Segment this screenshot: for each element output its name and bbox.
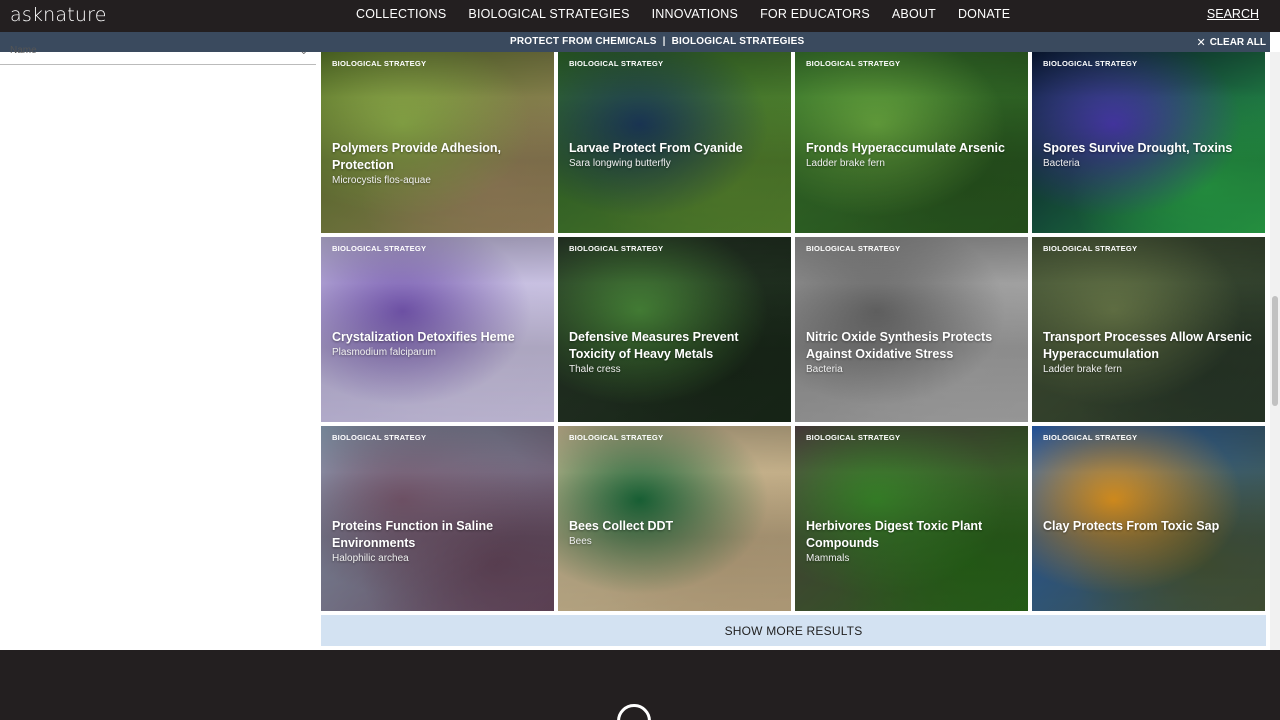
filter-chip-protect-from-chemicals[interactable]: PROTECT FROM CHEMICALS (510, 36, 657, 47)
nav-biological-strategies[interactable]: BIOLOGICAL STRATEGIES (468, 7, 629, 21)
main-nav: COLLECTIONS BIOLOGICAL STRATEGIES INNOVA… (356, 7, 1032, 21)
strategy-card[interactable]: BIOLOGICAL STRATEGY Fronds Hyperaccumulat… (795, 52, 1028, 233)
nav-about[interactable]: ABOUT (892, 7, 936, 21)
card-type-tag: BIOLOGICAL STRATEGY (569, 59, 664, 68)
card-type-tag: BIOLOGICAL STRATEGY (332, 244, 427, 253)
card-type-tag: BIOLOGICAL STRATEGY (1043, 59, 1138, 68)
active-filters-bar: PROTECT FROM CHEMICALS | BIOLOGICAL STRA… (0, 32, 1270, 52)
strategy-card[interactable]: BIOLOGICAL STRATEGY Polymers Provide Adhe… (321, 52, 554, 233)
clear-all-button[interactable]: ✕ CLEAR ALL (1196, 36, 1266, 49)
card-title: Bees Collect DDT (569, 519, 674, 533)
card-title: Proteins Function in Saline Environments (332, 519, 494, 550)
card-title: Herbivores Digest Toxic Plant Compounds (806, 519, 983, 550)
card-title: Polymers Provide Adhesion, Protection (332, 141, 502, 172)
card-organism: Plasmodium falciparum (332, 347, 436, 358)
card-type-tag: BIOLOGICAL STRATEGY (569, 244, 664, 253)
filter-chip-biological-strategies[interactable]: BIOLOGICAL STRATEGIES (672, 36, 805, 47)
strategy-card[interactable]: BIOLOGICAL STRATEGY Defensive Measures Pr… (558, 237, 791, 422)
card-organism: Bacteria (806, 364, 843, 375)
strategy-card[interactable]: BIOLOGICAL STRATEGY Herbivores Digest Tox… (795, 426, 1028, 611)
card-type-tag: BIOLOGICAL STRATEGY (806, 59, 901, 68)
site-footer (0, 650, 1280, 720)
card-type-tag: BIOLOGICAL STRATEGY (806, 433, 901, 442)
card-title: Larvae Protect From Cyanide (569, 141, 743, 155)
nav-for-educators[interactable]: FOR EDUCATORS (760, 7, 870, 21)
strategy-card[interactable]: BIOLOGICAL STRATEGY Bees Collect DDT Bees (558, 426, 791, 611)
card-title: Nitric Oxide Synthesis Protects Against … (806, 330, 993, 361)
active-filters: PROTECT FROM CHEMICALS | BIOLOGICAL STRA… (510, 36, 804, 47)
card-organism: Halophilic archea (332, 553, 409, 564)
strategy-card[interactable]: BIOLOGICAL STRATEGY Larvae Protect From C… (558, 52, 791, 233)
nav-innovations[interactable]: INNOVATIONS (652, 7, 738, 21)
card-organism: Mammals (806, 553, 850, 564)
scrollbar-thumb[interactable] (1272, 296, 1278, 406)
card-organism: Ladder brake fern (806, 158, 885, 169)
card-type-tag: BIOLOGICAL STRATEGY (569, 433, 664, 442)
strategy-card[interactable]: BIOLOGICAL STRATEGY Transport Processes A… (1032, 237, 1265, 422)
card-organism: Sara longwing butterfly (569, 158, 671, 169)
chevron-down-icon[interactable]: ⌄ (300, 46, 308, 57)
search-link[interactable]: SEARCH (1207, 7, 1259, 21)
card-organism: Bacteria (1043, 158, 1080, 169)
strategy-card[interactable]: BIOLOGICAL STRATEGY Proteins Function in … (321, 426, 554, 611)
card-title: Crystalization Detoxifies Heme (332, 330, 515, 344)
strategy-card[interactable]: BIOLOGICAL STRATEGY Spores Survive Drough… (1032, 52, 1265, 233)
nav-donate[interactable]: DONATE (958, 7, 1010, 21)
card-organism: Microcystis flos-aquae (332, 175, 431, 186)
site-logo[interactable]: asknature (10, 4, 107, 26)
card-type-tag: BIOLOGICAL STRATEGY (806, 244, 901, 253)
top-nav: asknature COLLECTIONS BIOLOGICAL STRATEG… (0, 0, 1280, 32)
show-more-results-button[interactable]: SHOW MORE RESULTS (321, 615, 1266, 646)
card-type-tag: BIOLOGICAL STRATEGY (332, 59, 427, 68)
card-organism: Bees (569, 536, 592, 547)
nav-collections[interactable]: COLLECTIONS (356, 7, 446, 21)
card-title: Spores Survive Drought, Toxins (1043, 141, 1233, 155)
card-type-tag: BIOLOGICAL STRATEGY (332, 433, 427, 442)
card-organism: Ladder brake fern (1043, 364, 1122, 375)
card-organism: Thale cress (569, 364, 621, 375)
footer-logo-icon[interactable] (617, 704, 651, 720)
card-type-tag: BIOLOGICAL STRATEGY (1043, 433, 1138, 442)
strategy-card[interactable]: BIOLOGICAL STRATEGY Nitric Oxide Synthesi… (795, 237, 1028, 422)
clear-all-label: CLEAR ALL (1209, 37, 1266, 48)
close-icon: ✕ (1196, 37, 1206, 49)
card-title: Defensive Measures Prevent Toxicity of H… (569, 330, 739, 361)
filter-separator: | (662, 36, 666, 47)
sidebar-filter-label[interactable]: Name (10, 45, 37, 56)
card-title: Fronds Hyperaccumulate Arsenic (806, 141, 1005, 155)
card-type-tag: BIOLOGICAL STRATEGY (1043, 244, 1138, 253)
strategy-card[interactable]: BIOLOGICAL STRATEGY Clay Protects From To… (1032, 426, 1265, 611)
card-title: Clay Protects From Toxic Sap (1043, 519, 1220, 533)
strategy-card[interactable]: BIOLOGICAL STRATEGY Crystalization Detoxi… (321, 237, 554, 422)
page-scrollbar[interactable] (1270, 52, 1280, 650)
filter-sidebar: Name ⌄ (0, 45, 318, 650)
sidebar-divider (0, 64, 316, 65)
card-title: Transport Processes Allow Arsenic Hypera… (1043, 330, 1252, 361)
